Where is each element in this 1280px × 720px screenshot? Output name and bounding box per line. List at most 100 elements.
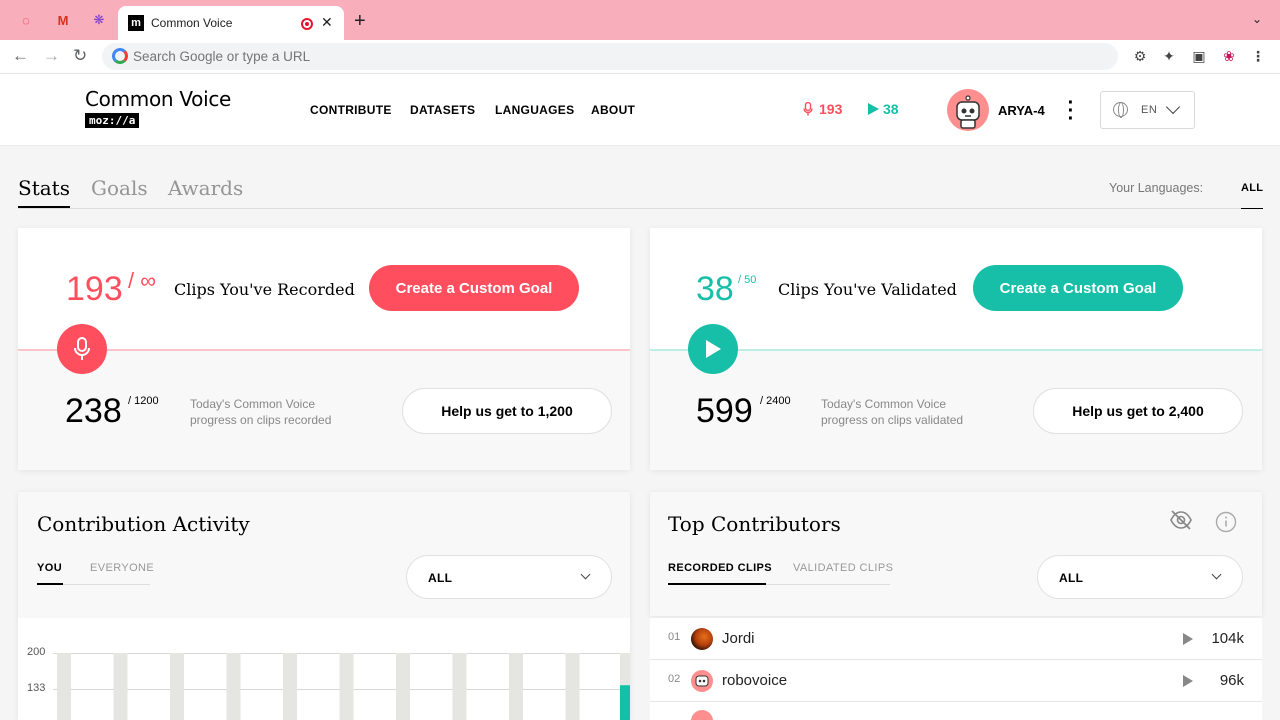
tab-awards[interactable]: Awards (168, 176, 243, 200)
mozilla-logo[interactable]: moz://a (85, 113, 140, 128)
chart-bar (565, 653, 580, 720)
validated-create-goal-button[interactable]: Create a Custom Goal (973, 265, 1183, 311)
back-arrow-icon[interactable]: ← (12, 46, 29, 66)
contributors-tab-recorded[interactable]: RECORDED CLIPS (668, 562, 772, 574)
leaderboard-row-partial[interactable] (650, 702, 1262, 720)
activity-tab-you[interactable]: YOU (37, 562, 62, 574)
browser-tab-bar: ◌ M ❋ m Common Voice ✕ + ⌄ (0, 0, 1280, 40)
recording-indicator-icon (301, 18, 313, 30)
robot-avatar-icon (956, 95, 980, 129)
side-panel-icon[interactable]: ▣ (1191, 48, 1207, 64)
chart-bar (283, 653, 297, 720)
microphone-icon (803, 102, 813, 116)
chevron-down-icon (1211, 569, 1222, 580)
validated-today-count: 599 (696, 392, 753, 430)
activity-filter-value: ALL (428, 571, 453, 585)
recorded-create-goal-button[interactable]: Create a Custom Goal (369, 265, 579, 311)
chart-bar (226, 653, 241, 720)
globe-icon (1113, 102, 1128, 118)
recorded-goal: / ∞ (128, 268, 156, 293)
tab-stats[interactable]: Stats (18, 176, 70, 208)
app-tab-icon[interactable]: ❋ (91, 12, 107, 28)
recorded-goal-label: Clips You've Recorded (174, 280, 355, 299)
recorded-stats-card: 193 / ∞ Clips You've Recorded Create a C… (18, 228, 630, 470)
validated-goal-label: Clips You've Validated (778, 280, 957, 299)
nav-contribute[interactable]: CONTRIBUTE (310, 103, 392, 117)
recorded-count-stat[interactable]: 193 (803, 101, 842, 117)
contributor-count: 104k (1211, 630, 1244, 647)
contributor-avatar (691, 710, 713, 720)
tab-goals[interactable]: Goals (91, 176, 148, 200)
validated-goal: / 50 (738, 274, 757, 286)
hide-eye-icon[interactable] (1169, 510, 1193, 530)
gmail-tab-icon[interactable]: M (55, 12, 71, 28)
recorded-help-button[interactable]: Help us get to 1,200 (402, 388, 612, 434)
user-avatar[interactable] (947, 89, 989, 131)
info-icon[interactable] (1215, 511, 1237, 533)
validated-today-text: Today's Common Voice progress on clips v… (821, 396, 963, 428)
nav-about[interactable]: ABOUT (591, 103, 635, 117)
activity-chart: 200 133 (18, 618, 630, 720)
recorded-today-line2: progress on clips recorded (190, 413, 332, 427)
chart-bar (509, 653, 523, 720)
chart-bar (396, 653, 410, 720)
recorded-clip-count: 193 (66, 270, 123, 308)
play-icon[interactable] (1183, 633, 1193, 645)
contributors-title: Top Contributors (668, 512, 841, 536)
browser-menu-icon[interactable]: ⋮ (1250, 48, 1266, 64)
tab-title: Common Voice (151, 16, 233, 30)
chart-bar (170, 653, 184, 720)
close-tab-icon[interactable]: ✕ (321, 14, 333, 31)
more-options-icon[interactable]: · · · (1066, 93, 1076, 129)
site-language-select[interactable]: EN (1100, 91, 1195, 129)
recorded-today-line1: Today's Common Voice (190, 397, 316, 411)
contributor-avatar (691, 628, 713, 650)
contributors-filter-value: ALL (1059, 571, 1084, 585)
reload-icon[interactable]: ↻ (73, 46, 87, 66)
brand-title[interactable]: Common Voice (85, 87, 231, 111)
record-button[interactable] (57, 324, 107, 374)
your-languages-all[interactable]: ALL (1241, 182, 1264, 209)
leaderboard-row[interactable]: 01 Jordi 104k (650, 618, 1262, 660)
forward-arrow-icon[interactable]: → (43, 46, 60, 66)
chart-bar-highlight (620, 685, 630, 720)
recorded-today-count: 238 (65, 392, 122, 430)
contributors-tab-recorded-underline (668, 583, 766, 585)
extension-icon[interactable]: ⚙ (1132, 48, 1148, 64)
nav-datasets[interactable]: DATASETS (410, 103, 475, 117)
leaderboard-row[interactable]: 02 robovoice 96k (650, 660, 1262, 702)
validate-play-button[interactable] (688, 324, 738, 374)
recorded-today-goal: / 1200 (128, 395, 159, 407)
chevron-down-icon (1165, 99, 1181, 115)
recorded-today-text: Today's Common Voice progress on clips r… (190, 396, 331, 428)
active-tab[interactable]: m Common Voice ✕ (118, 6, 344, 40)
validated-today-line1: Today's Common Voice (821, 397, 947, 411)
google-icon (112, 48, 128, 64)
puzzle-extensions-icon[interactable]: ✦ (1161, 48, 1177, 64)
chart-bar (339, 653, 354, 720)
contributors-tab-validated[interactable]: VALIDATED CLIPS (793, 562, 893, 574)
omnibox-input[interactable] (133, 47, 1033, 66)
activity-title: Contribution Activity (37, 512, 250, 536)
site-header: Common Voice moz://a CONTRIBUTE DATASETS… (0, 74, 1280, 146)
chart-bar (113, 653, 128, 720)
play-icon (706, 340, 721, 358)
validated-count: 38 (883, 101, 899, 117)
username[interactable]: ARYA-4 (998, 103, 1045, 118)
validated-stats-card: 38 / 50 Clips You've Validated Create a … (650, 228, 1262, 470)
validated-help-button[interactable]: Help us get to 2,400 (1033, 388, 1243, 434)
contributor-name: Jordi (722, 630, 755, 647)
omnibox[interactable] (102, 43, 1118, 70)
contributors-filter-dropdown[interactable]: ALL (1037, 555, 1243, 599)
opera-tab-icon[interactable]: ◌ (18, 12, 34, 28)
validated-count-stat[interactable]: 38 (868, 101, 899, 117)
activity-filter-dropdown[interactable]: ALL (406, 555, 612, 599)
common-voice-favicon-icon: m (128, 15, 144, 31)
profile-icon[interactable]: ❀ (1221, 48, 1237, 64)
nav-languages[interactable]: LANGUAGES (495, 103, 574, 117)
play-icon[interactable] (1183, 675, 1193, 687)
tab-search-chevron-icon[interactable]: ⌄ (1252, 12, 1262, 26)
new-tab-icon[interactable]: + (354, 10, 366, 33)
activity-tab-everyone[interactable]: EVERYONE (90, 562, 154, 574)
robot-avatar-icon (695, 675, 709, 687)
